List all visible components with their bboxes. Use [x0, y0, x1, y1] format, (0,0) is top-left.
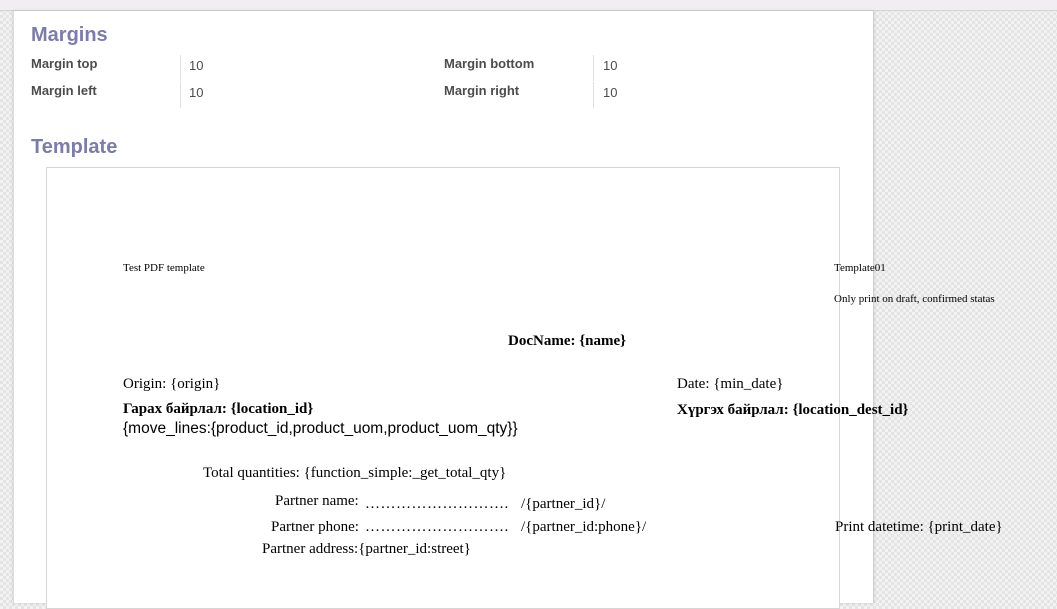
margin-bottom-field[interactable]: 10: [603, 58, 617, 73]
doc-total-quantities: Total quantities: {function_simple:_get_…: [203, 465, 507, 481]
template-section-title: Template: [31, 136, 118, 158]
doc-header-left: Test PDF template: [123, 262, 205, 274]
partner-address: Partner address:{partner_id:street}: [262, 541, 471, 557]
margin-right-field[interactable]: 10: [603, 85, 617, 100]
margin-top-field[interactable]: 10: [189, 58, 203, 73]
field-separator: [593, 82, 594, 108]
doc-move-lines: {move_lines:{product_id,product_uom,prod…: [123, 420, 518, 437]
field-separator: [593, 55, 594, 81]
field-separator: [180, 82, 181, 108]
partner-phone-value: /{partner_id:phone}/: [521, 519, 647, 535]
doc-name: DocName: {name}: [508, 333, 627, 349]
doc-location-dest: Хүргэх байрлал: {location_dest_id}: [677, 402, 909, 418]
doc-origin: Origin: {origin}: [123, 376, 221, 392]
margin-top-label: Margin top: [31, 56, 98, 71]
field-separator: [180, 55, 181, 81]
partner-name-value: /{partner_id}/: [521, 496, 606, 512]
margin-left-label: Margin left: [31, 83, 97, 98]
partner-phone-dots: ……………………….: [365, 519, 509, 535]
margin-left-field[interactable]: 10: [189, 85, 203, 100]
margin-bottom-label: Margin bottom: [444, 56, 535, 71]
margin-right-label: Margin right: [444, 83, 520, 98]
doc-date: Date: {min_date}: [677, 376, 784, 392]
partner-name-dots: ……………………….: [365, 496, 509, 512]
top-bar: [0, 0, 1057, 11]
partner-phone-label: Partner phone:: [271, 519, 359, 535]
partner-name-label: Partner name:: [275, 493, 359, 509]
doc-header-note: Only print on draft, confirmed statas: [834, 293, 995, 305]
margins-section-title: Margins: [31, 24, 108, 46]
doc-location: Гарах байрлал: {location_id}: [123, 401, 314, 417]
doc-header-right: Template01: [834, 262, 886, 274]
print-datetime: Print datetime: {print_date}: [835, 519, 1003, 535]
